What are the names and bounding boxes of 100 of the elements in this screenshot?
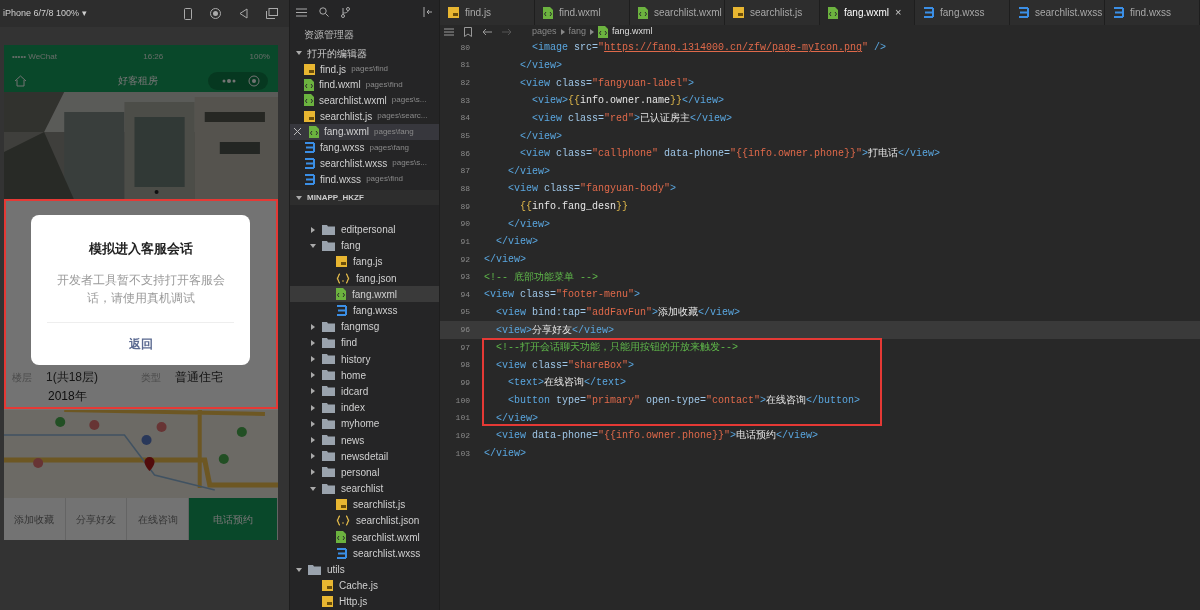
line-number: 84 xyxy=(459,112,470,125)
folder-icon xyxy=(322,240,335,251)
windows-icon[interactable] xyxy=(266,8,278,19)
caret-icon[interactable] xyxy=(310,469,316,476)
caret-icon[interactable] xyxy=(296,194,302,201)
code-line: </view> xyxy=(495,235,538,250)
caret-icon[interactable] xyxy=(296,566,302,573)
js-file-icon xyxy=(322,580,333,592)
caret-icon[interactable] xyxy=(310,242,316,249)
file-row[interactable]: fang.js xyxy=(290,253,439,271)
line-number: 86 xyxy=(459,147,470,160)
code-line: </view> xyxy=(519,129,562,144)
file-row[interactable]: searchlist.js xyxy=(290,496,439,513)
file-row[interactable]: Cache.js xyxy=(290,577,439,594)
code-line: <view data-phone="{{info.owner.phone}}">电话预约</view> xyxy=(495,428,819,444)
folder-row[interactable]: newsdetail xyxy=(290,448,439,465)
css-file-icon xyxy=(336,305,347,316)
line-number: 90 xyxy=(459,218,470,231)
editor-tab[interactable]: find.wxml xyxy=(535,0,630,25)
breadcrumb-item[interactable]: fang.wxml xyxy=(612,25,653,39)
file-row[interactable]: searchlist.wxss xyxy=(290,545,439,562)
folder-row[interactable]: fang xyxy=(290,237,439,254)
folder-row[interactable]: index xyxy=(290,399,439,416)
nav-title: 好客租房 xyxy=(116,74,158,88)
bookmark-icon[interactable] xyxy=(464,27,472,37)
file-row[interactable]: searchlist.wxml xyxy=(290,529,439,546)
file-icon xyxy=(638,6,648,19)
caret-icon[interactable] xyxy=(310,339,316,346)
caret-icon[interactable] xyxy=(310,453,316,460)
back-button[interactable]: 返回 xyxy=(31,323,250,365)
file-row[interactable]: fang.json xyxy=(290,270,439,287)
css-file-icon xyxy=(1018,7,1029,18)
list-icon[interactable] xyxy=(296,7,307,17)
caret-icon[interactable] xyxy=(310,323,316,330)
close-icon[interactable] xyxy=(294,128,301,136)
caret-icon[interactable] xyxy=(310,356,316,363)
editor-tab[interactable]: fang.wxss xyxy=(915,0,1010,25)
open-editor-item[interactable]: find.js pages\find xyxy=(290,61,439,77)
folder-row[interactable]: find xyxy=(290,334,439,351)
file-name: searchlist xyxy=(341,482,384,497)
editor-tab[interactable]: searchlist.wxml xyxy=(630,0,725,25)
branch-icon[interactable] xyxy=(341,6,350,18)
caret-icon[interactable] xyxy=(310,420,316,427)
tab-label: searchlist.wxss xyxy=(1035,6,1103,20)
open-editor-item[interactable]: find.wxml pages\find xyxy=(290,76,439,93)
file-row[interactable]: Http.js xyxy=(290,593,439,610)
file-name: home xyxy=(341,368,366,383)
open-editor-item[interactable]: searchlist.wxss pages\s... xyxy=(290,155,439,172)
file-icon xyxy=(336,288,346,301)
file-name: find xyxy=(341,336,358,351)
device-selector[interactable]: iPhone 6/7/8 100% ▾ xyxy=(3,6,87,21)
line-number: 92 xyxy=(459,253,470,266)
folder-row[interactable]: utils xyxy=(290,561,439,578)
close-tab-button[interactable]: × xyxy=(895,4,902,21)
open-editor-item[interactable]: find.wxss pages\find xyxy=(290,171,439,187)
file-path: pages\s... xyxy=(391,94,427,107)
folder-row[interactable]: personal xyxy=(290,464,439,481)
file-row[interactable]: searchlist.json xyxy=(290,512,439,530)
open-editor-item[interactable]: searchlist.wxml pages\s... xyxy=(290,92,439,109)
editor-tab[interactable]: find.js xyxy=(440,0,535,25)
caret-icon[interactable] xyxy=(296,50,302,57)
folder-row[interactable]: home xyxy=(290,367,439,384)
phone-icon[interactable] xyxy=(184,7,192,20)
record-icon[interactable] xyxy=(210,8,221,19)
caret-icon[interactable] xyxy=(310,388,316,395)
folder-row[interactable]: myhome xyxy=(290,415,439,432)
collapse-panel-icon[interactable] xyxy=(423,7,433,18)
tab-label: searchlist.js xyxy=(750,6,803,20)
json-file-icon xyxy=(336,515,350,527)
caret-icon[interactable] xyxy=(310,226,316,233)
open-editor-item[interactable]: fang.wxss pages\fang xyxy=(290,139,439,156)
dialog-message: 开发者工具暂不支持打开客服会话，请使用真机调试 xyxy=(55,271,226,307)
editor-tab[interactable]: searchlist.wxss xyxy=(1010,0,1105,25)
editor-tab[interactable]: find.wxss xyxy=(1105,0,1200,25)
back-triangle-icon[interactable] xyxy=(239,8,248,19)
folder-row[interactable]: editpersonal xyxy=(290,221,439,238)
breadcrumb-item[interactable]: fang xyxy=(568,25,587,39)
css-file-icon xyxy=(304,142,315,154)
tab-label: fang.wxml xyxy=(844,6,889,20)
editor-tab[interactable]: searchlist.js xyxy=(725,0,820,25)
file-icon xyxy=(304,78,314,91)
css-file-icon xyxy=(336,547,347,559)
js-file-icon xyxy=(304,110,315,122)
folder-row[interactable]: fangmsg xyxy=(290,318,439,335)
open-editor-item[interactable]: searchlist.js pages\searc... xyxy=(290,108,439,125)
caret-icon[interactable] xyxy=(310,437,316,443)
search-icon[interactable] xyxy=(319,7,329,18)
caret-icon[interactable] xyxy=(310,404,316,411)
breadcrumb-item[interactable]: pages xyxy=(532,25,557,39)
caret-icon[interactable] xyxy=(310,485,316,492)
file-name: utils xyxy=(327,563,345,577)
file-row[interactable]: fang.wxml xyxy=(290,286,439,303)
folder-row[interactable]: idcard xyxy=(290,383,439,400)
caret-icon[interactable] xyxy=(310,372,316,379)
folder-row[interactable]: searchlist xyxy=(290,480,439,497)
file-row[interactable]: fang.wxss xyxy=(290,302,439,319)
folder-row[interactable]: history xyxy=(290,351,439,368)
open-editor-item[interactable]: fang.wxml pages\fang xyxy=(290,124,439,140)
back-arrow-icon[interactable] xyxy=(482,28,492,36)
folder-row[interactable]: news xyxy=(290,431,439,449)
